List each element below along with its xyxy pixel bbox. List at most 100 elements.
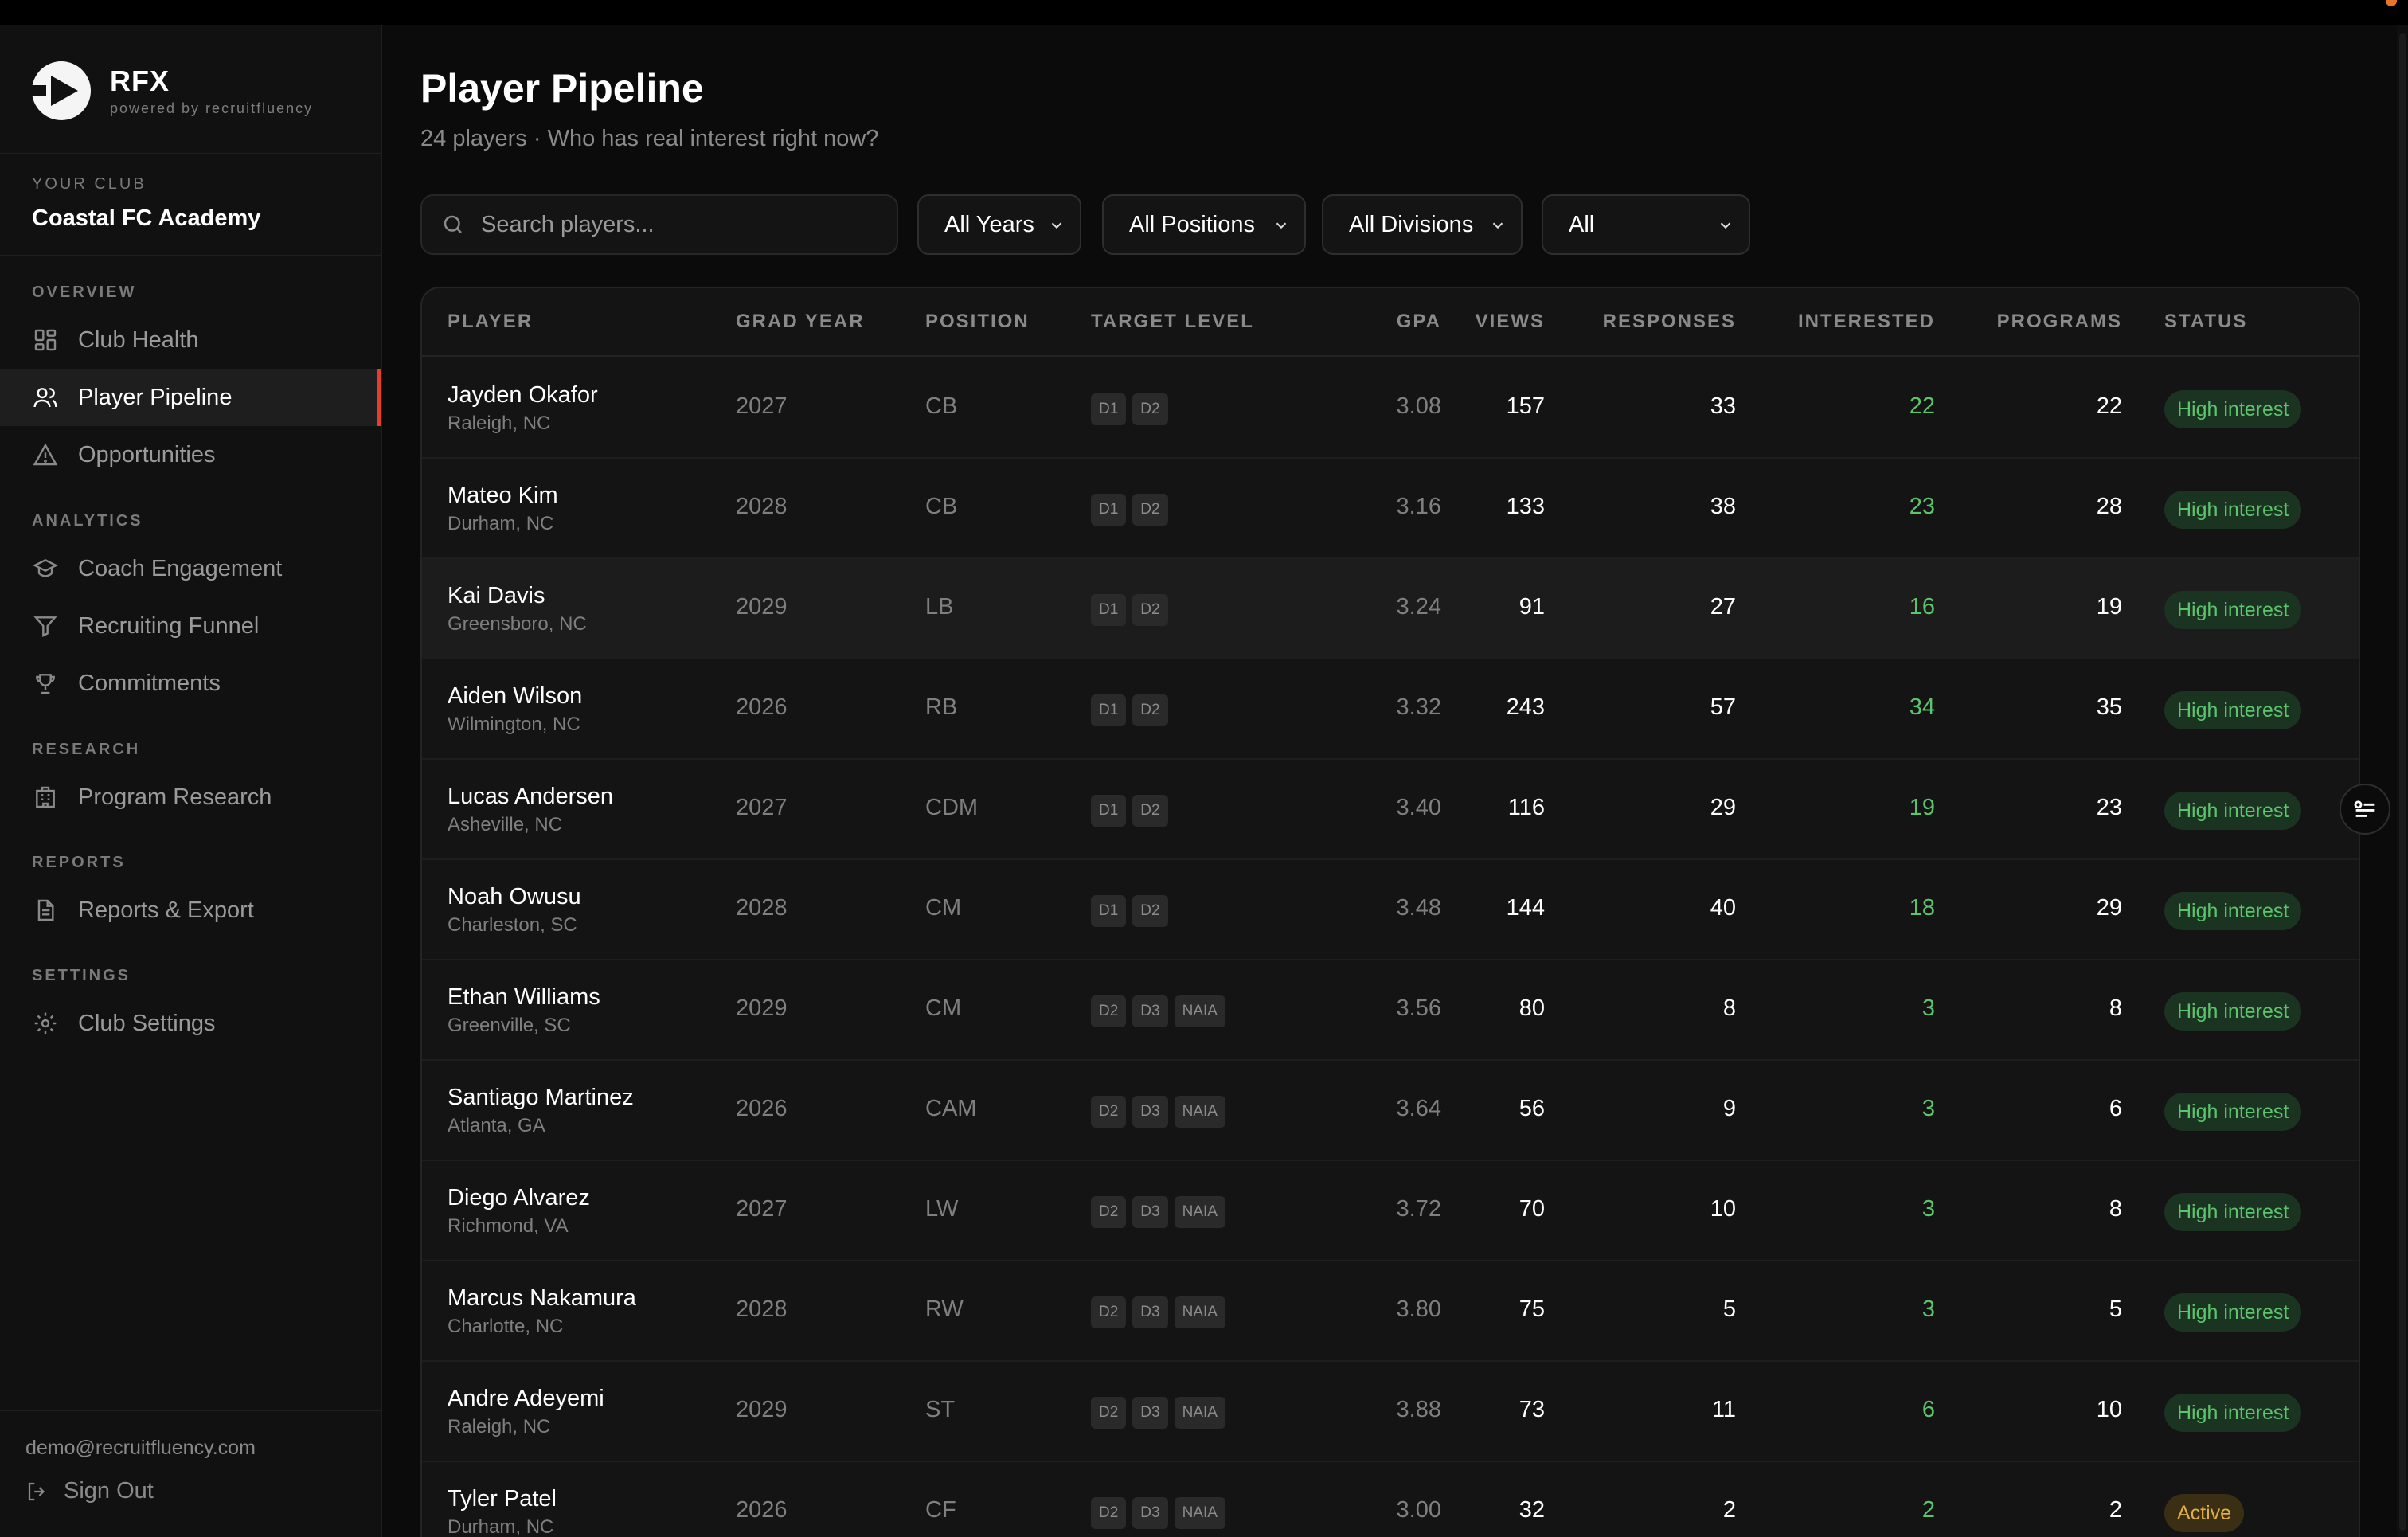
page-title: Player Pipeline bbox=[420, 66, 704, 111]
responses-count: 38 bbox=[1710, 494, 1736, 519]
table-row[interactable]: Noah Owusu Charleston, SC 2028 CM D1 D2 3.48 14… bbox=[422, 860, 2359, 960]
position: LW bbox=[925, 1196, 959, 1222]
sign-out-icon bbox=[28, 1482, 45, 1500]
scrollbar-thumb[interactable] bbox=[2399, 33, 2406, 1531]
sidebar-item-label: Commitments bbox=[78, 670, 221, 696]
status-badge: High interest bbox=[2164, 1394, 2302, 1432]
sidebar-item-program-research[interactable]: Program Research bbox=[0, 768, 381, 826]
target-level-tag: D2 bbox=[1091, 1196, 1127, 1228]
status-filter-value: All bbox=[1569, 211, 1595, 237]
table-row[interactable]: Aiden Wilson Wilmington, NC 2026 RB D1 D2 3.32… bbox=[422, 659, 2359, 760]
target-level-tags: D1 D2 bbox=[1091, 694, 1168, 726]
responses-count: 57 bbox=[1710, 694, 1736, 720]
sidebar-item-coach-engagement[interactable]: Coach Engagement bbox=[0, 540, 381, 597]
target-level-tag: NAIA bbox=[1174, 1397, 1226, 1429]
table-row[interactable]: Lucas Andersen Asheville, NC 2027 CDM D1 D2 3.… bbox=[422, 760, 2359, 860]
target-level-tag: D3 bbox=[1132, 1296, 1168, 1328]
sidebar-item-club-settings[interactable]: Club Settings bbox=[0, 995, 381, 1052]
search-input[interactable] bbox=[481, 211, 895, 238]
player-name[interactable]: Lucas Andersen bbox=[448, 784, 613, 810]
position: CM bbox=[925, 995, 962, 1021]
brand[interactable]: RFX powered by recruitfluency bbox=[29, 59, 313, 123]
table-row[interactable]: Ethan Williams Greenville, SC 2029 CM D2 D3 NA… bbox=[422, 960, 2359, 1061]
gear-icon bbox=[32, 1010, 59, 1037]
table-row[interactable]: Jayden Okafor Raleigh, NC 2027 CB D1 D2 3.08 15… bbox=[422, 358, 2359, 459]
sign-out-button[interactable]: Sign Out bbox=[25, 1478, 154, 1504]
list-filter-icon bbox=[2354, 800, 2375, 817]
responses-count: 8 bbox=[1722, 995, 1736, 1021]
position: ST bbox=[925, 1397, 956, 1422]
table-header: PLAYER GRAD YEAR POSITION TARGET LEVEL G… bbox=[422, 288, 2359, 357]
column-header-gpa[interactable]: GPA bbox=[1330, 311, 1441, 333]
views-count: 73 bbox=[1519, 1397, 1545, 1422]
chevron-down-icon bbox=[1276, 222, 1287, 229]
target-level-tag: NAIA bbox=[1174, 1196, 1226, 1228]
player-name[interactable]: Ethan Williams bbox=[448, 984, 600, 1011]
gpa: 3.08 bbox=[1396, 393, 1441, 419]
player-name[interactable]: Jayden Okafor bbox=[448, 382, 598, 409]
year-filter-select[interactable]: All Years bbox=[917, 194, 1081, 255]
player-name[interactable]: Tyler Patel bbox=[448, 1486, 557, 1512]
target-level-tag: D2 bbox=[1132, 694, 1168, 726]
position-filter-select[interactable]: All Positions bbox=[1102, 194, 1306, 255]
player-name[interactable]: Diego Alvarez bbox=[448, 1185, 590, 1211]
page-scrollbar[interactable] bbox=[2397, 25, 2408, 1537]
table-row[interactable]: Diego Alvarez Richmond, VA 2027 LW D2 D3 NAIA 3… bbox=[422, 1161, 2359, 1261]
column-header-programs[interactable]: PROGRAMS bbox=[1963, 311, 2122, 333]
window-top-bar bbox=[0, 0, 2408, 25]
column-header-player[interactable]: PLAYER bbox=[448, 311, 533, 333]
interested-count: 3 bbox=[1921, 1296, 1935, 1322]
grid-icon bbox=[32, 327, 59, 354]
views-count: 70 bbox=[1519, 1196, 1545, 1222]
building-icon bbox=[32, 784, 59, 811]
status-badge: High interest bbox=[2164, 591, 2302, 629]
views-count: 116 bbox=[1507, 795, 1545, 820]
gpa: 3.48 bbox=[1396, 895, 1441, 921]
column-header-grad-year[interactable]: GRAD YEAR bbox=[736, 311, 865, 333]
player-name[interactable]: Mateo Kim bbox=[448, 483, 558, 509]
responses-count: 27 bbox=[1710, 594, 1736, 620]
player-location: Asheville, NC bbox=[448, 814, 563, 835]
player-name[interactable]: Marcus Nakamura bbox=[448, 1285, 636, 1312]
grad-year: 2029 bbox=[736, 995, 788, 1021]
column-header-position[interactable]: POSITION bbox=[925, 311, 1030, 333]
player-name[interactable]: Noah Owusu bbox=[448, 884, 581, 910]
column-header-responses[interactable]: RESPONSES bbox=[1593, 311, 1736, 333]
sidebar-item-recruiting-funnel[interactable]: Recruiting Funnel bbox=[0, 597, 381, 655]
player-name[interactable]: Aiden Wilson bbox=[448, 683, 582, 710]
table-row[interactable]: Tyler Patel Durham, NC 2026 CF D2 D3 NAIA 3.00 3… bbox=[422, 1462, 2359, 1537]
table-row[interactable]: Kai Davis Greensboro, NC 2029 LB D1 D2 3.24 91 2… bbox=[422, 559, 2359, 659]
interested-count: 16 bbox=[1909, 594, 1935, 620]
column-header-target-level[interactable]: TARGET LEVEL bbox=[1091, 311, 1254, 333]
interested-count: 6 bbox=[1921, 1397, 1935, 1422]
gpa: 3.72 bbox=[1396, 1196, 1441, 1222]
sidebar-item-label: Reports & Export bbox=[78, 897, 254, 923]
player-name[interactable]: Kai Davis bbox=[448, 583, 545, 609]
programs-count: 8 bbox=[2109, 995, 2122, 1021]
filter-list-button[interactable] bbox=[2340, 784, 2390, 835]
status-badge: High interest bbox=[2164, 992, 2302, 1031]
sidebar-item-player-pipeline[interactable]: Player Pipeline bbox=[0, 369, 381, 426]
column-header-interested[interactable]: INTERESTED bbox=[1776, 311, 1935, 333]
division-filter-select[interactable]: All Divisions bbox=[1322, 194, 1523, 255]
player-location: Richmond, VA bbox=[448, 1215, 569, 1237]
search-box[interactable] bbox=[420, 194, 898, 255]
table-row[interactable]: Santiago Martinez Atlanta, GA 2026 CAM D2 D3 N… bbox=[422, 1061, 2359, 1161]
sidebar-item-commitments[interactable]: Commitments bbox=[0, 655, 381, 712]
position: CF bbox=[925, 1497, 956, 1523]
table-row[interactable]: Marcus Nakamura Charlotte, NC 2028 RW D2 D3 NA… bbox=[422, 1261, 2359, 1362]
player-name[interactable]: Santiago Martinez bbox=[448, 1085, 634, 1111]
column-header-views[interactable]: VIEWS bbox=[1457, 311, 1545, 333]
status-filter-select[interactable]: All bbox=[1542, 194, 1750, 255]
table-row[interactable]: Mateo Kim Durham, NC 2028 CB D1 D2 3.16 133 38 23… bbox=[422, 459, 2359, 559]
responses-count: 5 bbox=[1722, 1296, 1736, 1322]
programs-count: 5 bbox=[2109, 1296, 2122, 1322]
player-name[interactable]: Andre Adeyemi bbox=[448, 1386, 604, 1412]
sidebar-item-reports-export[interactable]: Reports & Export bbox=[0, 882, 381, 939]
sidebar-item-opportunities[interactable]: Opportunities bbox=[0, 426, 381, 483]
table-row[interactable]: Andre Adeyemi Raleigh, NC 2029 ST D2 D3 NAIA 3.… bbox=[422, 1362, 2359, 1462]
column-header-status[interactable]: STATUS bbox=[2164, 311, 2247, 333]
status-badge: Active bbox=[2164, 1494, 2245, 1532]
player-location: Charleston, SC bbox=[448, 914, 577, 936]
sidebar-item-club-health[interactable]: Club Health bbox=[0, 311, 381, 369]
